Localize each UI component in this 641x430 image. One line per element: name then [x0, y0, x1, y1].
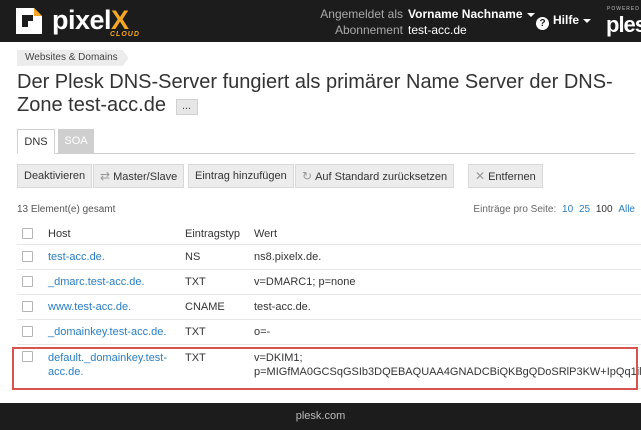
more-button[interactable]: ... — [175, 99, 198, 115]
row-checkbox[interactable] — [22, 276, 33, 287]
table-row: www.test-acc.de. CNAME test-acc.de. — [17, 295, 641, 320]
chevron-down-icon — [583, 18, 592, 23]
record-type: NS — [185, 251, 201, 263]
column-value[interactable]: Wert — [254, 223, 277, 245]
page-title: Der Plesk DNS-Server fungiert als primär… — [17, 71, 632, 117]
logged-in-label: Angemeldet als — [320, 7, 403, 21]
record-value: test-acc.de. — [254, 301, 311, 313]
per-page-10[interactable]: 10 — [562, 204, 573, 215]
plesk-logo: plesk — [606, 12, 641, 37]
record-type: CNAME — [185, 301, 225, 313]
host-link[interactable]: _domainkey.test-acc.de. — [48, 320, 166, 345]
logo-subtext: CLOUD — [110, 31, 140, 38]
subscription-label: Abonnement — [334, 23, 403, 37]
help-label: Hilfe — [553, 13, 580, 27]
add-entry-button[interactable]: Eintrag hinzufügen — [188, 164, 294, 188]
breadcrumb-item: Websites & Domains — [25, 52, 118, 63]
host-link[interactable]: _dmarc.test-acc.de. — [48, 270, 145, 295]
help-icon: ? — [536, 17, 549, 30]
subscription-value[interactable]: test-acc.de — [408, 22, 535, 38]
footer-link[interactable]: plesk.com — [296, 410, 346, 422]
user-name: Vorname Nachname — [408, 7, 523, 21]
top-bar: pixelX CLOUD Angemeldet als Abonnement V… — [0, 0, 641, 42]
record-value: ns8.pixelx.de. — [254, 251, 322, 263]
per-page-100: 100 — [595, 204, 613, 215]
column-type[interactable]: Eintragstyp — [185, 223, 240, 245]
per-page-25[interactable]: 25 — [579, 204, 590, 215]
tab-bar: DNS SOA — [17, 129, 635, 154]
account-labels: Angemeldet als Abonnement — [320, 6, 403, 38]
toolbar: Deaktivieren ⇄ Master/Slave Eintrag hinzu… — [17, 164, 635, 188]
record-type: TXT — [185, 276, 206, 288]
item-count: 13 Element(e) gesamt — [17, 204, 116, 215]
account-values: Vorname Nachname test-acc.de — [408, 6, 535, 38]
page-title-text: Der Plesk DNS-Server fungiert als primär… — [17, 71, 613, 116]
pixelx-logo-icon — [16, 8, 42, 34]
help-menu[interactable]: ? Hilfe — [536, 13, 592, 30]
select-all-checkbox[interactable] — [22, 228, 33, 239]
row-checkbox[interactable] — [22, 301, 33, 312]
per-page-selector: Einträge pro Seite: 10 25 100 Alle — [473, 204, 635, 215]
row-checkbox[interactable] — [22, 251, 33, 262]
master-slave-button[interactable]: ⇄ Master/Slave — [93, 164, 185, 188]
tab-soa[interactable]: SOA — [58, 129, 94, 154]
per-page-label: Einträge pro Seite: — [473, 204, 557, 215]
deactivate-button[interactable]: Deaktivieren — [17, 164, 93, 188]
highlight-box — [12, 347, 638, 390]
user-menu[interactable]: Vorname Nachname — [408, 6, 535, 22]
swap-icon: ⇄ — [100, 169, 111, 183]
per-page-all[interactable]: Alle — [618, 204, 635, 215]
footer: plesk.com — [0, 403, 641, 430]
close-icon: ✕ — [475, 169, 486, 183]
breadcrumb[interactable]: Websites & Domains — [17, 50, 129, 66]
record-value: o=- — [254, 326, 271, 338]
table-row: test-acc.de. NS ns8.pixelx.de. — [17, 245, 641, 270]
pixelx-logo[interactable]: pixelX CLOUD — [14, 5, 164, 40]
reset-icon: ↻ — [302, 169, 313, 183]
chevron-down-icon — [526, 12, 535, 17]
column-host[interactable]: Host — [48, 223, 71, 245]
host-link[interactable]: test-acc.de. — [48, 245, 105, 270]
tab-dns[interactable]: DNS — [17, 129, 55, 154]
table-row: _domainkey.test-acc.de. TXT o=- — [17, 320, 641, 345]
host-link[interactable]: www.test-acc.de. — [48, 295, 131, 320]
record-type: TXT — [185, 326, 206, 338]
row-checkbox[interactable] — [22, 326, 33, 337]
record-value: v=DMARC1; p=none — [254, 276, 356, 288]
reset-default-button[interactable]: ↻ Auf Standard zurücksetzen — [295, 164, 455, 188]
remove-button[interactable]: ✕ Entfernen — [468, 164, 543, 188]
table-header: Host Eintragstyp Wert — [17, 223, 641, 245]
table-row: _dmarc.test-acc.de. TXT v=DMARC1; p=none — [17, 270, 641, 295]
